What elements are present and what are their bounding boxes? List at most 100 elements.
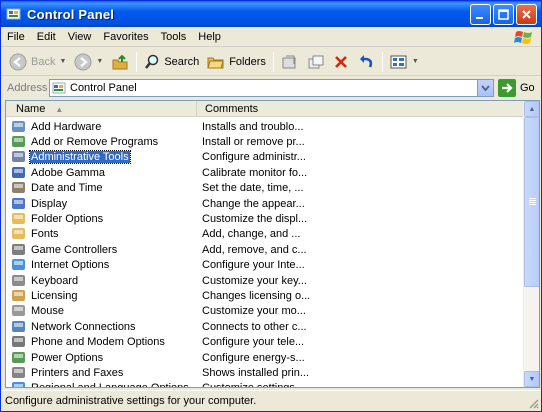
mouse-icon (12, 305, 25, 317)
undo-button[interactable] (353, 50, 379, 74)
list-item[interactable]: Administrative Tools Configure administr.… (6, 150, 524, 165)
list-item[interactable]: Adobe Gamma Calibrate monitor fo... (6, 165, 524, 180)
list-item[interactable]: Power Options Configure energy-s... (6, 350, 524, 365)
globe-icon (12, 382, 25, 387)
column-header-comments[interactable]: Comments (197, 101, 524, 117)
scroll-up-button[interactable]: ▲ (524, 101, 539, 117)
menu-edit[interactable]: Edit (31, 31, 62, 43)
list-item[interactable]: Phone and Modem Options Configure your te… (6, 334, 524, 349)
item-name: Add or Remove Programs (31, 136, 159, 149)
list-item[interactable]: Regional and Language Options Customize s… (6, 381, 524, 387)
item-comment: Set the date, time, ... (202, 182, 304, 195)
item-name: Regional and Language Options (30, 382, 190, 387)
item-name-cell[interactable]: Date and Time (6, 181, 197, 195)
list-item[interactable]: Printers and Faxes Shows installed prin..… (6, 365, 524, 380)
item-comment: Installs and troublo... (202, 120, 304, 133)
list-item[interactable]: Fonts Add, change, and ... (6, 227, 524, 242)
item-name-cell[interactable]: Add or Remove Programs (6, 135, 197, 149)
item-name-cell[interactable]: Game Controllers (6, 243, 197, 257)
delete-button[interactable] (329, 50, 353, 74)
item-name-cell[interactable]: Keyboard (6, 274, 197, 288)
column-header-name[interactable]: Name ▲ (6, 101, 197, 117)
go-button[interactable]: Go (498, 79, 535, 97)
display-icon (12, 197, 25, 209)
item-name-cell[interactable]: Licensing (6, 289, 197, 303)
item-name: Printers and Faxes (31, 366, 124, 379)
item-name: Date and Time (31, 182, 103, 195)
column-comments-label: Comments (205, 103, 259, 115)
menu-help[interactable]: Help (192, 31, 227, 43)
menu-favorites[interactable]: Favorites (97, 31, 154, 43)
up-folder-button[interactable] (107, 50, 133, 74)
address-input[interactable]: Control Panel (49, 79, 494, 97)
item-name: Administrative Tools (29, 150, 131, 165)
list-item[interactable]: Display Change the appear... (6, 196, 524, 211)
menu-file[interactable]: File (1, 31, 31, 43)
fonts-folder-icon (12, 228, 25, 240)
item-name-cell[interactable]: Fonts (6, 227, 197, 241)
list-item[interactable]: Add or Remove Programs Install or remove … (6, 134, 524, 149)
close-button[interactable] (516, 4, 537, 25)
undo-icon (359, 54, 373, 68)
forward-dropdown-icon[interactable]: ▼ (96, 58, 103, 65)
item-name-cell[interactable]: Internet Options (6, 258, 197, 272)
item-name-cell[interactable]: Regional and Language Options (6, 381, 197, 387)
item-name-cell[interactable]: Power Options (6, 351, 197, 365)
minimize-button[interactable] (470, 4, 491, 25)
maximize-button[interactable] (493, 4, 514, 25)
administrative-tools-icon (12, 151, 25, 163)
menu-bar: File Edit View Favorites Tools Help (1, 27, 541, 47)
item-name: Game Controllers (31, 243, 118, 256)
item-name-cell[interactable]: Network Connections (6, 320, 197, 334)
vertical-scrollbar[interactable]: ▲ ▼ (523, 101, 539, 387)
list-item[interactable]: Internet Options Configure your Inte... (6, 258, 524, 273)
address-dropdown-button[interactable] (477, 80, 493, 96)
list-item[interactable]: Licensing Changes licensing o... (6, 288, 524, 303)
item-comment: Change the appear... (202, 197, 305, 210)
folders-button[interactable]: Folders (203, 50, 270, 74)
item-name: Mouse (31, 305, 65, 318)
forward-button[interactable]: ▼ (70, 50, 107, 74)
list-item[interactable]: Date and Time Set the date, time, ... (6, 181, 524, 196)
item-name-cell[interactable]: Add Hardware (6, 120, 197, 134)
item-name-cell[interactable]: Adobe Gamma (6, 166, 197, 180)
item-list[interactable]: Name ▲ Comments Add Hardware Installs and… (5, 100, 540, 388)
resize-grip-icon[interactable] (527, 397, 539, 409)
list-item[interactable]: Add Hardware Installs and troublo... (6, 119, 524, 134)
licensing-icon (12, 289, 25, 301)
item-comment: Calibrate monitor fo... (202, 166, 308, 179)
item-name-cell[interactable]: Display (6, 197, 197, 211)
search-icon (145, 54, 159, 69)
menu-tools[interactable]: Tools (155, 31, 193, 43)
list-item[interactable]: Keyboard Customize your key... (6, 273, 524, 288)
list-item[interactable]: Game Controllers Add, remove, and c... (6, 242, 524, 257)
views-button[interactable]: ▼ (386, 50, 423, 74)
phone-icon (12, 336, 25, 348)
item-name-cell[interactable]: Mouse (6, 304, 197, 318)
scroll-down-button[interactable]: ▼ (524, 371, 539, 387)
move-to-button[interactable] (277, 50, 303, 74)
item-name: Adobe Gamma (31, 166, 105, 179)
copy-to-icon (308, 55, 324, 68)
item-name: Phone and Modem Options (31, 336, 165, 349)
item-name-cell[interactable]: Printers and Faxes (6, 366, 197, 380)
list-item[interactable]: Network Connections Connects to other c..… (6, 319, 524, 334)
list-item[interactable]: Mouse Customize your mo... (6, 304, 524, 319)
copy-to-button[interactable] (303, 50, 329, 74)
item-name-cell[interactable]: Folder Options (6, 212, 197, 226)
item-name-cell[interactable]: Phone and Modem Options (6, 335, 197, 349)
item-comment: Configure administr... (202, 151, 306, 164)
list-item[interactable]: Folder Options Customize the displ... (6, 211, 524, 226)
views-dropdown-icon[interactable]: ▼ (412, 58, 419, 65)
status-text: Configure administrative settings for yo… (5, 395, 257, 407)
item-name-cell[interactable]: Administrative Tools (6, 150, 197, 165)
gamepad-icon (12, 243, 25, 255)
monitor-icon (12, 166, 25, 178)
menu-view[interactable]: View (62, 31, 98, 43)
back-button[interactable]: Back ▼ (5, 50, 70, 74)
item-name: Add Hardware (31, 120, 102, 133)
title-bar[interactable]: Control Panel (1, 1, 541, 27)
back-dropdown-icon[interactable]: ▼ (59, 58, 66, 65)
search-button[interactable]: Search (140, 50, 203, 74)
scroll-thumb[interactable] (524, 117, 539, 287)
